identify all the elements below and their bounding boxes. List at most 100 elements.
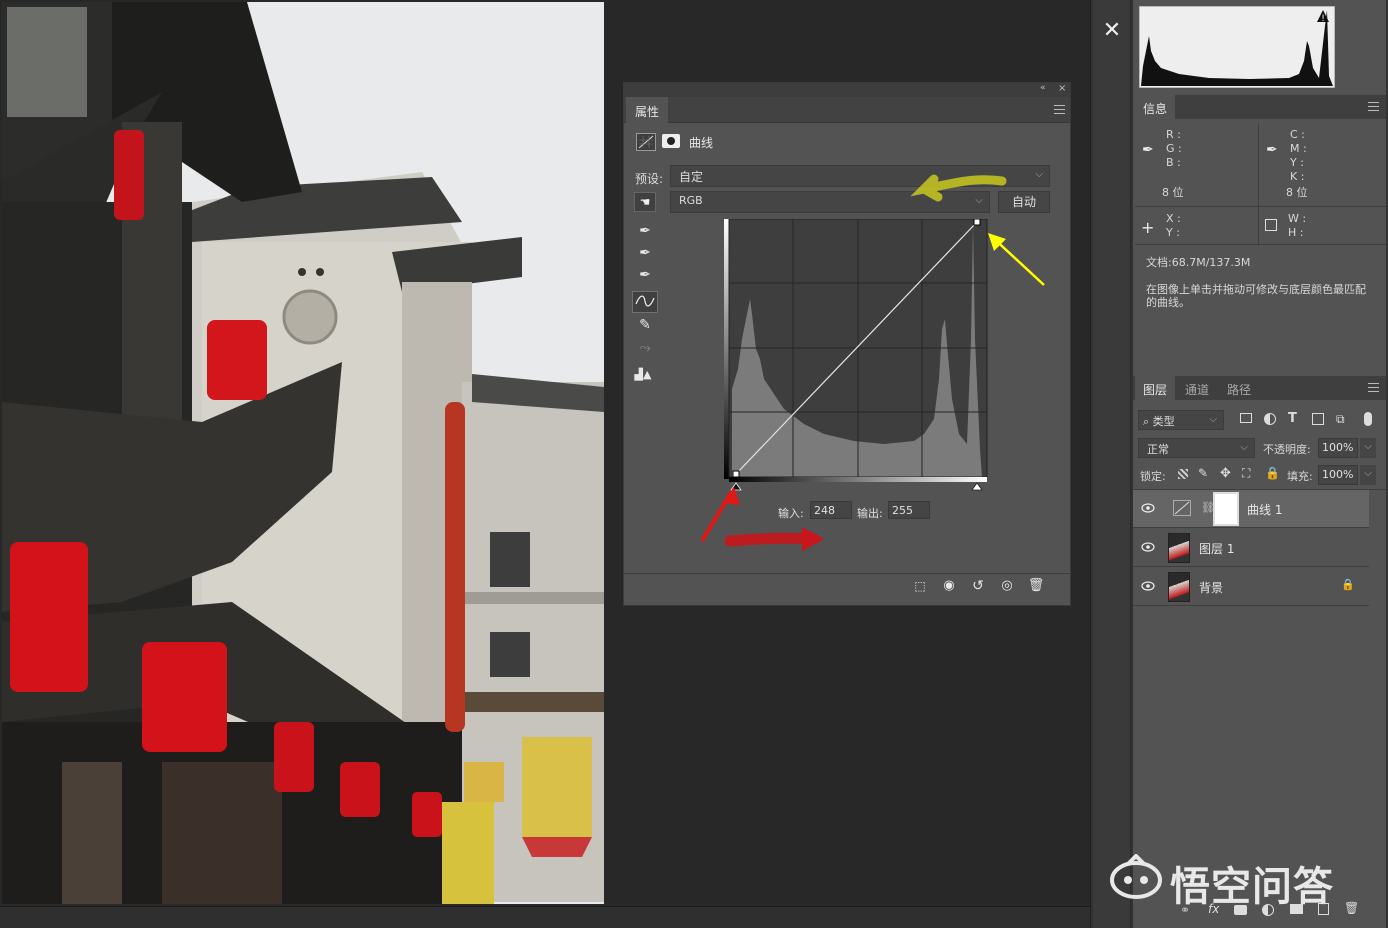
fill-field[interactable]: 100% <box>1318 465 1358 485</box>
curve-point-black[interactable] <box>732 470 740 478</box>
rgb-eyedropper-icon[interactable]: ✒ <box>1142 142 1154 158</box>
lock-position-icon[interactable]: ✥ <box>1220 466 1231 481</box>
x-label: X : <box>1166 212 1181 225</box>
filter-type-value: 类型 <box>1152 415 1175 428</box>
info-divider-h2 <box>1135 244 1386 245</box>
filter-smart-object-icon[interactable]: ⧉ <box>1336 412 1345 427</box>
filter-shape-icon[interactable] <box>1312 413 1324 425</box>
mask-icon[interactable] <box>662 134 680 148</box>
layer-thumbnail <box>1168 572 1190 602</box>
preset-value: 自定 <box>679 170 704 184</box>
output-label: 输出: <box>857 507 883 520</box>
fill-label: 填充: <box>1287 470 1313 483</box>
visibility-eye-icon[interactable] <box>1141 581 1155 591</box>
visibility-eye-icon[interactable] <box>1141 542 1155 552</box>
curve-point-white[interactable] <box>973 219 981 226</box>
lock-all-icon[interactable]: 🔒 <box>1265 466 1280 480</box>
info-tabbar <box>1175 95 1386 119</box>
cmyk-c-label: C : <box>1290 128 1305 141</box>
annotation-yellow-arrow <box>988 233 1045 286</box>
filter-toggle[interactable] <box>1364 412 1372 426</box>
reset-icon[interactable]: ↺ <box>967 576 989 596</box>
tab-info[interactable]: 信息 <box>1135 95 1175 119</box>
filter-type-icon[interactable]: T <box>1288 411 1297 426</box>
collapsed-panel-strip: ✕ <box>1093 0 1131 928</box>
collapse-icon[interactable]: « <box>1040 83 1046 93</box>
visibility-eye-icon[interactable] <box>1141 503 1155 513</box>
opacity-label: 不透明度: <box>1263 443 1311 456</box>
y-label: Y : <box>1166 226 1180 239</box>
watermark-logo-icon <box>1110 854 1162 899</box>
input-value-field[interactable]: 248 <box>810 501 852 519</box>
curves-graph[interactable] <box>724 219 988 491</box>
target-adjust-tool-icon[interactable]: ☚ <box>634 192 656 212</box>
layer-row-background[interactable]: 背景 🔒 <box>1133 568 1369 606</box>
channel-value: RGB <box>679 194 703 207</box>
layer-row-layer1[interactable]: 图层 1 <box>1133 529 1369 567</box>
black-point-eyedropper-icon[interactable]: ✒ <box>634 221 656 241</box>
tab-properties[interactable]: 属性 <box>626 97 668 123</box>
layers-menu-icon[interactable] <box>1368 383 1379 392</box>
white-slider-handle[interactable] <box>971 482 983 491</box>
cmyk-eyedropper-icon[interactable]: ✒ <box>1266 142 1278 158</box>
lock-pixels-icon[interactable]: ✎ <box>1198 466 1208 480</box>
visibility-eye-icon[interactable]: ◎ <box>996 576 1018 596</box>
layer-name[interactable]: 图层 1 <box>1199 540 1234 557</box>
panel-menu-icon[interactable] <box>1054 105 1065 114</box>
info-menu-icon[interactable] <box>1368 102 1379 111</box>
annotation-olive-arrow <box>910 174 1007 202</box>
gray-point-eyedropper-icon[interactable]: ✒ <box>634 243 656 263</box>
fill-dropdown-icon[interactable]: ⌵ <box>1360 465 1376 485</box>
curves-layer-icon <box>1173 500 1191 516</box>
chevron-down-icon: ⌵ <box>1209 414 1217 425</box>
lock-transparency-icon[interactable] <box>1178 469 1188 479</box>
tab-channels[interactable]: 通道 <box>1177 376 1217 400</box>
tab-paths[interactable]: 路径 <box>1219 376 1259 400</box>
opacity-dropdown-icon[interactable]: ⌵ <box>1360 438 1376 458</box>
filter-adjustment-icon[interactable] <box>1264 413 1276 425</box>
curve-point-edit-icon[interactable] <box>632 291 658 313</box>
properties-panel: « × 属性 曲线 预设: 自定 ⌵ ☚ RGB ⌵ 自动 ✒ ✒ ✒ ✎ ⤳ … <box>623 82 1071 606</box>
curves-adjustment-icon <box>636 133 656 151</box>
layer-name[interactable]: 曲线 1 <box>1247 501 1282 518</box>
cmyk-y-label: Y : <box>1290 156 1304 169</box>
document-canvas-photo[interactable] <box>2 2 604 904</box>
tools-icon[interactable]: ✕ <box>1099 18 1125 44</box>
layer-thumbnail <box>1168 533 1190 563</box>
pencil-draw-icon[interactable]: ✎ <box>634 315 656 335</box>
rgb-b-label: B : <box>1166 156 1181 169</box>
blend-mode-select[interactable]: 正常 ⌵ <box>1138 438 1255 458</box>
panel-titlebar[interactable]: « × <box>624 83 1070 97</box>
annotation-red-stroke <box>724 527 824 551</box>
output-gradient-bar <box>724 219 729 479</box>
lock-artboard-icon[interactable]: ⛶ <box>1242 466 1250 481</box>
view-previous-state-icon[interactable]: ◉ <box>938 576 960 596</box>
tab-layers[interactable]: 图层 <box>1135 376 1175 400</box>
clip-to-layer-icon[interactable]: ⬚ <box>909 576 931 596</box>
watermark-text: 悟空问答 <box>1170 864 1334 910</box>
white-point-eyedropper-icon[interactable]: ✒ <box>634 265 656 285</box>
opacity-field[interactable]: 100% <box>1318 438 1358 458</box>
input-gradient-bar <box>729 477 987 482</box>
search-icon: ⌕ <box>1143 415 1153 428</box>
watermark: 悟空问答 <box>1108 852 1378 910</box>
layer-row-curves[interactable]: ⛓ 曲线 1 <box>1133 490 1369 528</box>
preset-label: 预设: <box>635 172 664 186</box>
filter-pixel-icon[interactable] <box>1240 413 1252 423</box>
close-icon[interactable]: × <box>1058 83 1066 94</box>
input-label: 输入: <box>778 507 804 520</box>
adjustment-title: 曲线 <box>689 136 714 150</box>
clipping-warning-icon[interactable]: ▟▲ <box>632 365 654 385</box>
bits-right: 8 位 <box>1286 186 1308 199</box>
info-hint: 在图像上单击并拖动可修改与底层颜色最匹配的曲线。 <box>1146 283 1366 309</box>
output-value-field[interactable]: 255 <box>888 501 930 519</box>
bits-left: 8 位 <box>1162 186 1184 199</box>
histogram-panel: ! <box>1139 6 1335 88</box>
layer-filter-select[interactable]: ⌕ 类型 ⌵ <box>1138 410 1224 430</box>
rgb-g-label: G : <box>1166 142 1182 155</box>
trash-icon[interactable]: 🗑 <box>1025 576 1047 596</box>
layer-mask-thumbnail[interactable] <box>1213 492 1239 526</box>
layer-name[interactable]: 背景 <box>1199 579 1223 596</box>
lock-label: 锁定: <box>1140 470 1166 483</box>
w-label: W : <box>1288 212 1307 225</box>
